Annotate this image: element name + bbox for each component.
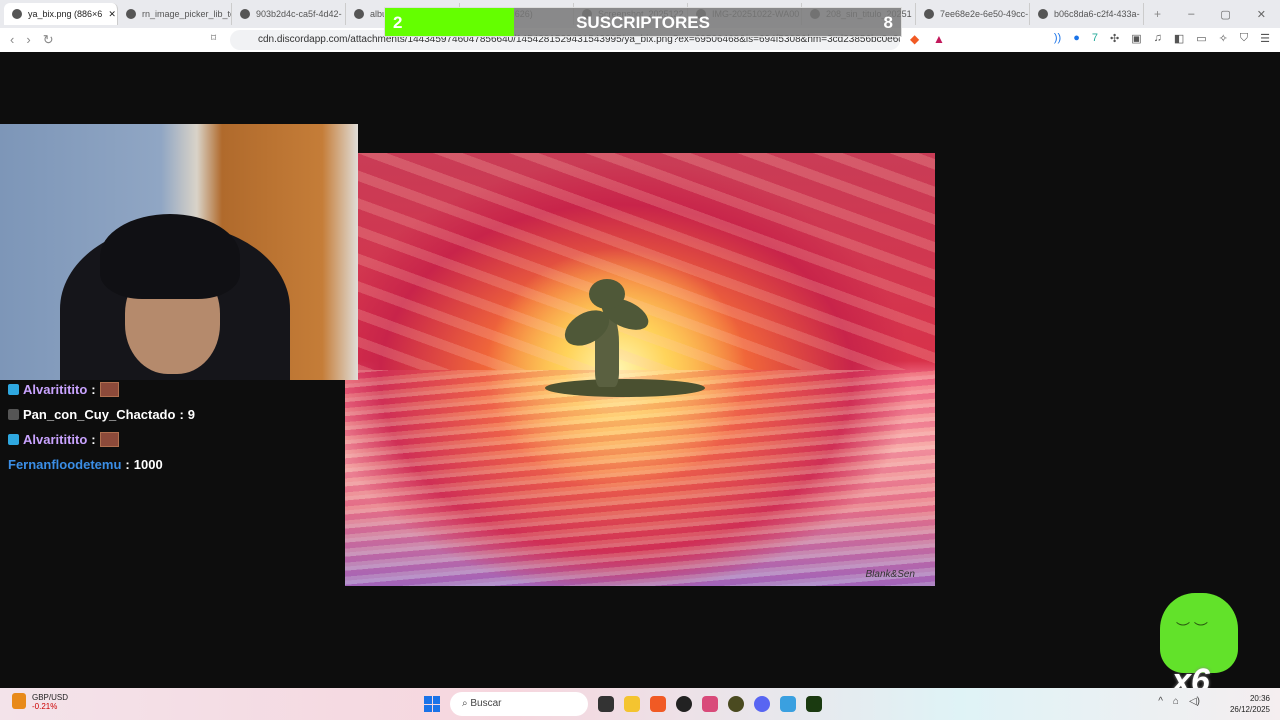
browser-tab[interactable]: b06c8da6-c2f4-433a-: [1030, 3, 1144, 25]
tab-label: ya_bix.png (886×6: [28, 9, 103, 19]
market-widget[interactable]: GBP/USD -0.21%: [12, 693, 68, 711]
translate-icon[interactable]: 7: [1092, 32, 1098, 45]
user-badge-icon: [8, 384, 19, 395]
brave-icon[interactable]: [650, 696, 666, 712]
taskbar-search[interactable]: ⌕ Buscar: [450, 692, 588, 716]
forward-icon[interactable]: ›: [26, 32, 30, 48]
sidebar-icon[interactable]: ◧: [1174, 32, 1184, 45]
minimize-button[interactable]: –: [1188, 8, 1194, 21]
obs-icon[interactable]: [676, 696, 692, 712]
taskbar: GBP/USD -0.21% ⌕ Buscar ^ ⌂ ◁) 20:36 26/12/…: [0, 688, 1280, 720]
chat-message: Fernanfloodetemu : 1000: [8, 452, 195, 477]
tab-label: 7ee68e2e-6e50-49cc-: [940, 9, 1029, 19]
globe-icon: [12, 9, 22, 19]
extension-icon[interactable]: ●: [1073, 32, 1080, 45]
close-window-button[interactable]: ✕: [1257, 8, 1266, 21]
chat-username: Alvarititito: [23, 382, 88, 397]
brave-rewards-icon[interactable]: ▲: [933, 32, 945, 46]
chat-message: Pan_con_Cuy_Chactado : 9: [8, 402, 195, 427]
tab-label: 903b2d4c-ca5f-4d42-: [256, 9, 342, 19]
file-explorer-icon[interactable]: [624, 696, 640, 712]
webcam-feed: [0, 124, 358, 380]
reload-icon[interactable]: ↻: [43, 32, 54, 48]
chat-username: Fernanfloodetemu: [8, 457, 122, 472]
chat-username: Pan_con_Cuy_Chactado: [23, 407, 176, 422]
back-icon[interactable]: ‹: [10, 32, 14, 48]
browser-tab[interactable]: 903b2d4c-ca5f-4d42-: [232, 3, 346, 25]
chart-icon: [12, 693, 26, 709]
puzzle-icon[interactable]: ✣: [1110, 32, 1119, 45]
brave-shield-icon[interactable]: ◆: [910, 32, 919, 46]
chat-message: Alvarititito :: [8, 427, 195, 452]
emote-icon: [99, 432, 119, 447]
widget-title: GBP/USD: [32, 693, 69, 702]
clock[interactable]: 20:36 26/12/2025: [1230, 693, 1270, 715]
menu-icon[interactable]: ☰: [1260, 32, 1270, 45]
chat-username: Alvarititito: [23, 432, 88, 447]
goal-target: 8: [883, 13, 893, 32]
affinity-icon[interactable]: [702, 696, 718, 712]
chat-separator: :: [91, 382, 96, 397]
browser-tab[interactable]: rn_image_picker_lib_te: [118, 3, 232, 25]
globe-icon: [126, 9, 136, 19]
app-icon[interactable]: [728, 696, 744, 712]
discord-icon[interactable]: [754, 696, 770, 712]
chat-message: Alvarititito :: [8, 377, 195, 402]
chat-overlay: Alvarititito : Pan_con_Cuy_Chactado : 9 Al…: [8, 377, 195, 477]
sunset-painting: Blank&Sen: [345, 153, 935, 586]
mascot-avatar: ︶ ︶: [1160, 593, 1238, 673]
vpn-icon[interactable]: ⛉: [1240, 32, 1248, 45]
reader-icon[interactable]: ▣: [1131, 32, 1141, 45]
tab-label: rn_image_picker_lib_te: [142, 9, 232, 19]
volume-icon[interactable]: ◁): [1189, 696, 1200, 707]
bookmark-icon[interactable]: ⌑: [211, 33, 216, 44]
user-badge-icon: [8, 409, 19, 420]
globe-icon: [354, 9, 364, 19]
chat-separator: :: [125, 457, 130, 472]
subscriber-goal-bar: 2 SUSCRIPTORES 8: [384, 7, 902, 37]
browser-tab[interactable]: 7ee68e2e-6e50-49cc-: [916, 3, 1030, 25]
user-badge-icon: [8, 434, 19, 445]
widget-value: -0.21%: [32, 702, 58, 711]
goal-label: SUSCRIPTORES: [576, 13, 710, 32]
chat-separator: :: [179, 407, 184, 422]
network-icon[interactable]: ⌂: [1173, 696, 1179, 707]
globe-icon: [924, 9, 934, 19]
tray-overflow-icon[interactable]: ^: [1158, 696, 1163, 707]
new-tab-button[interactable]: +: [1144, 7, 1171, 21]
painting-signature: Blank&Sen: [865, 569, 915, 580]
notepad-icon[interactable]: [780, 696, 796, 712]
leo-icon[interactable]: ✧: [1219, 32, 1228, 45]
maximize-button[interactable]: ▢: [1220, 8, 1230, 21]
terminal-icon[interactable]: [806, 696, 822, 712]
speech-icon[interactable]: )): [1054, 32, 1061, 45]
wallet-icon[interactable]: ▭: [1196, 32, 1206, 45]
start-button[interactable]: [424, 696, 440, 712]
tab-label: b06c8da6-c2f4-433a-: [1054, 9, 1140, 19]
chat-text: 9: [187, 407, 196, 422]
globe-icon: [1038, 9, 1048, 19]
close-tab-icon[interactable]: ✕: [108, 9, 116, 20]
chat-text: 1000: [133, 457, 163, 472]
task-view-icon[interactable]: [598, 696, 614, 712]
music-icon[interactable]: ♫: [1154, 32, 1162, 45]
browser-tab[interactable]: ya_bix.png (886×6 ✕: [4, 3, 118, 25]
emote-icon: [99, 382, 119, 397]
chat-separator: :: [91, 432, 96, 447]
globe-icon: [240, 9, 250, 19]
